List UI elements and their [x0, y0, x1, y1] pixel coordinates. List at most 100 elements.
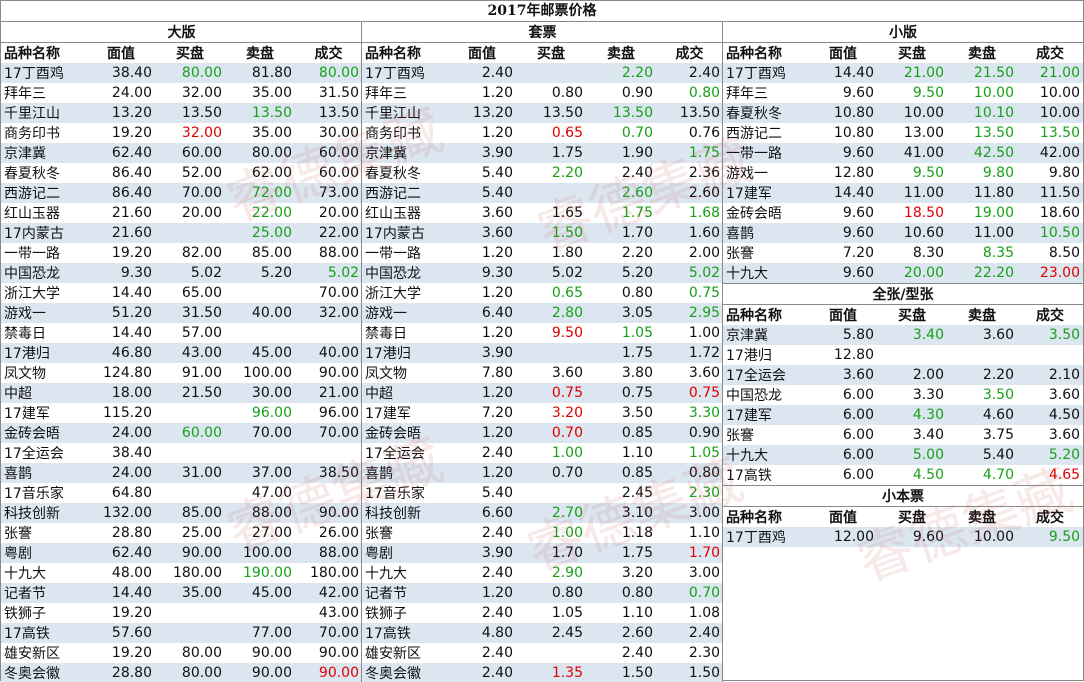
cell-buy: 32.00 — [181, 85, 222, 101]
empty-cell — [877, 587, 947, 607]
cell-sell: 30.00 — [225, 383, 295, 403]
cell-name: 商务印书 — [365, 126, 421, 142]
table-row: 张謇 2.40 1.00 1.18 1.10 — [362, 523, 722, 543]
empty-cell — [809, 547, 877, 567]
cell-deal: 1.10 — [688, 525, 721, 541]
cell-name: 17丁酉鸡 — [362, 63, 448, 83]
empty-cell — [947, 627, 1017, 647]
cell-name: 17丁酉鸡 — [723, 63, 809, 83]
empty-row — [723, 607, 1083, 627]
table-row: 千里江山 13.20 13.50 13.50 13.50 — [1, 103, 361, 123]
cell-buy: 0.70 — [516, 423, 586, 443]
cell-buy: 9.50 — [912, 165, 944, 181]
cell-name: 中国恐龙 — [362, 263, 448, 283]
table-row: 京津冀 62.40 60.00 80.00 60.00 — [1, 143, 361, 163]
cell-buy: 31.50 — [155, 303, 225, 323]
cell-buy: 21.50 — [155, 383, 225, 403]
cell-buy: 3.30 — [912, 387, 944, 403]
empty-row — [723, 547, 1083, 567]
cell-sell: 0.85 — [586, 423, 656, 443]
cell-buy: 52.00 — [181, 165, 222, 181]
cell-name: 17港归 — [362, 343, 448, 363]
cell-name: 凤文物 — [365, 366, 407, 382]
cell-buy: 20.00 — [181, 205, 222, 221]
cell-name: 游戏一 — [726, 166, 768, 182]
cell-name: 春夏秋冬 — [4, 166, 60, 182]
cell-name: 千里江山 — [362, 103, 448, 123]
empty-row — [723, 567, 1083, 587]
empty-cell — [947, 547, 1017, 567]
cell-sell: 0.90 — [621, 85, 653, 101]
cell-name: 张謇 — [4, 526, 32, 542]
cell-deal: 2.95 — [656, 303, 722, 323]
cell-face: 14.40 — [111, 325, 152, 341]
cell-buy: 43.00 — [155, 343, 225, 363]
cell-sell: 27.00 — [251, 525, 292, 541]
cell-sell: 3.60 — [947, 325, 1017, 345]
cell-buy: 65.00 — [181, 285, 222, 301]
cell-face: 5.80 — [809, 325, 877, 345]
cell-deal: 10.50 — [1017, 223, 1083, 243]
cell-sell: 22.00 — [251, 205, 292, 221]
cell-buy: 2.45 — [516, 623, 586, 643]
table-row: 冬奥会徽 2.40 1.35 1.50 1.50 — [362, 663, 722, 682]
col-header-face: 面值 — [87, 42, 155, 63]
cell-deal: 21.00 — [1017, 63, 1083, 83]
cell-face: 62.40 — [87, 543, 155, 563]
empty-cell — [947, 647, 1017, 667]
cell-sell: 10.00 — [973, 85, 1014, 101]
cell-face: 19.20 — [111, 645, 152, 661]
cell-buy: 60.00 — [155, 423, 225, 443]
cell-sell: 96.00 — [251, 405, 292, 421]
cell-buy: 2.20 — [551, 165, 583, 181]
cell-face: 2.40 — [481, 445, 513, 461]
cell-name: 17音乐家 — [365, 486, 425, 502]
empty-row — [723, 667, 1083, 682]
empty-cell — [723, 627, 809, 647]
cell-face: 62.40 — [87, 143, 155, 163]
cell-sell: 88.00 — [225, 503, 295, 523]
cell-face: 2.40 — [481, 525, 513, 541]
cell-face: 2.40 — [481, 645, 513, 661]
cell-buy: 4.30 — [877, 405, 947, 425]
cell-sell: 3.05 — [586, 303, 656, 323]
cell-sell: 1.50 — [586, 663, 656, 682]
cell-face: 5.40 — [481, 165, 513, 181]
cell-name: 17全运会 — [723, 365, 809, 385]
cell-deal: 2.30 — [688, 645, 721, 661]
header-row: 品种名称 面值 买盘 卖盘 成交 — [1, 42, 361, 63]
empty-cell — [947, 567, 1017, 587]
cell-deal: 90.00 — [295, 503, 361, 523]
cell-deal: 11.50 — [1017, 183, 1083, 203]
cell-sell: 100.00 — [243, 365, 292, 381]
cell-sell: 3.50 — [621, 405, 653, 421]
cell-face: 12.80 — [833, 347, 874, 363]
sheet-title: 2017年邮票价格 — [1, 1, 1083, 22]
cell-name: 科技创新 — [362, 503, 448, 523]
cell-sell: 35.00 — [251, 85, 292, 101]
cell-buy: 1.70 — [516, 543, 586, 563]
cell-name: 十九大 — [4, 566, 46, 582]
cell-sell: 35.00 — [251, 125, 292, 141]
cell-face: 2.40 — [448, 63, 516, 83]
cell-sell: 25.00 — [225, 223, 295, 243]
cell-face: 1.20 — [448, 463, 516, 483]
empty-cell — [877, 647, 947, 667]
col-header-sell: 卖盘 — [947, 304, 1017, 325]
cell-face: 86.40 — [87, 183, 155, 203]
cell-face: 19.20 — [111, 125, 152, 141]
cell-name: 春夏秋冬 — [723, 103, 809, 123]
cell-buy: 2.70 — [516, 503, 586, 523]
cell-sell: 13.50 — [586, 103, 656, 123]
empty-row — [723, 647, 1083, 667]
table-row: 记者节 1.20 0.80 0.80 0.70 — [362, 583, 722, 603]
cell-name: 春夏秋冬 — [365, 166, 421, 182]
section-title: 大版 — [1, 22, 361, 43]
cell-sell: 1.90 — [586, 143, 656, 163]
cell-deal: 2.36 — [688, 165, 721, 181]
cell-face: 24.00 — [87, 463, 155, 483]
table-row: 17建军 6.00 4.30 4.60 4.50 — [723, 405, 1083, 425]
cell-name: 17建军 — [723, 405, 809, 425]
empty-cell — [723, 547, 809, 567]
cell-deal: 23.00 — [1017, 263, 1083, 284]
